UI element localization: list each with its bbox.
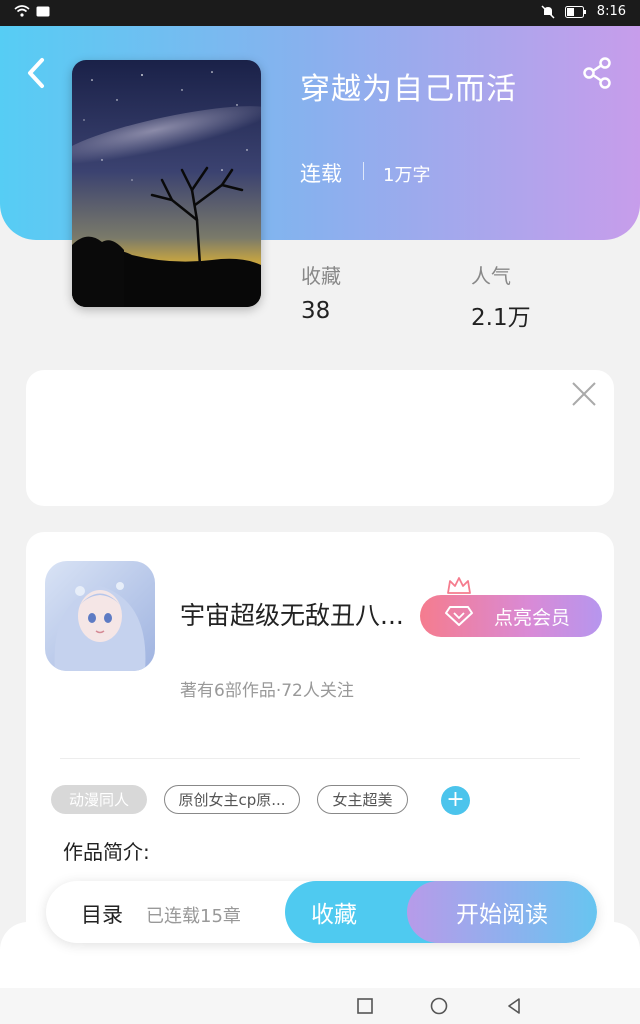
toc-button[interactable]: 目录 bbox=[81, 899, 123, 929]
book-word-count: 1万字 bbox=[383, 165, 431, 186]
battery-icon bbox=[564, 5, 586, 18]
back-nav-icon[interactable] bbox=[504, 996, 524, 1016]
chevron-left-icon[interactable] bbox=[24, 56, 48, 90]
book-title: 穿越为自己而活 bbox=[300, 72, 517, 107]
chapter-count: 已连载15章 bbox=[146, 906, 241, 927]
author-meta: 著有6部作品·72人关注 bbox=[180, 681, 354, 701]
diamond-icon bbox=[445, 606, 473, 626]
cover-art bbox=[72, 60, 261, 307]
home-icon[interactable] bbox=[429, 996, 449, 1016]
author-avatar[interactable] bbox=[45, 561, 155, 671]
ad-card bbox=[26, 370, 614, 506]
status-bar: 8:16 bbox=[0, 0, 640, 26]
tag-original-heroine[interactable]: 原创女主cp原... bbox=[164, 785, 300, 814]
stat-label-favorites: 收藏 bbox=[301, 264, 341, 288]
sim-icon bbox=[36, 6, 50, 16]
start-reading-button[interactable]: 开始阅读 bbox=[407, 881, 597, 943]
vip-label: 点亮会员 bbox=[494, 606, 571, 629]
close-icon[interactable] bbox=[570, 380, 598, 408]
stat-value-favorites: 38 bbox=[301, 298, 331, 324]
book-status: 连载 bbox=[300, 162, 342, 186]
tag-beautiful-heroine[interactable]: 女主超美 bbox=[317, 785, 408, 814]
mute-icon bbox=[541, 4, 555, 19]
status-time: 8:16 bbox=[596, 4, 626, 19]
crown-icon bbox=[447, 577, 471, 594]
tag-anime-fanfic[interactable]: 动漫同人 bbox=[51, 785, 147, 814]
avatar-art bbox=[45, 561, 155, 671]
book-cover[interactable] bbox=[72, 60, 261, 307]
intro-label: 作品简介: bbox=[63, 840, 150, 864]
divider bbox=[60, 758, 580, 759]
add-tag-button[interactable]: + bbox=[441, 786, 470, 815]
recent-apps-icon[interactable] bbox=[355, 996, 375, 1016]
action-bar: 目录 已连载15章 收藏 开始阅读 bbox=[46, 881, 597, 943]
share-icon[interactable] bbox=[580, 56, 614, 90]
author-name: 宇宙超级无敌丑八... bbox=[180, 601, 404, 630]
vip-button[interactable]: 点亮会员 bbox=[420, 595, 602, 637]
stat-label-popularity: 人气 bbox=[471, 264, 511, 288]
stat-value-popularity: 2.1万 bbox=[471, 305, 531, 331]
system-nav-bar bbox=[0, 988, 640, 1024]
meta-divider bbox=[363, 162, 364, 180]
wifi-icon bbox=[14, 5, 30, 17]
